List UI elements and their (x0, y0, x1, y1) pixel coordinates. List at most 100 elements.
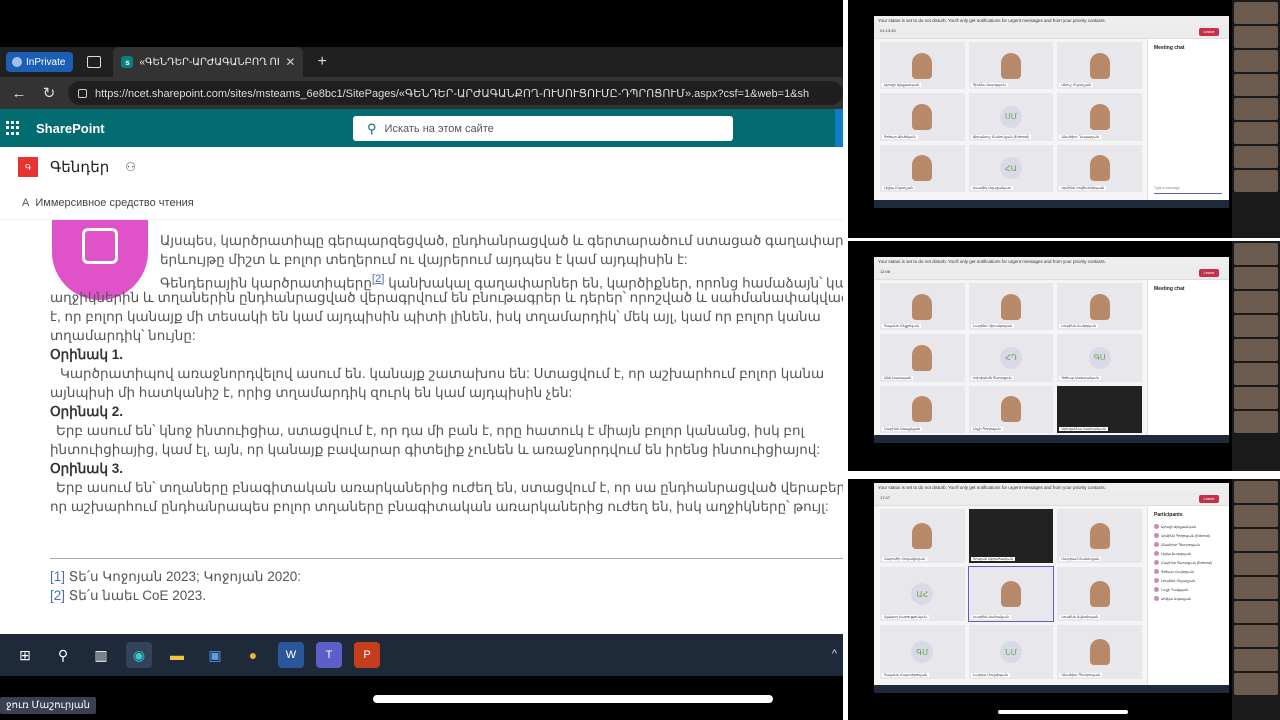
teams-app-icon[interactable]: T (316, 642, 342, 668)
leave-button[interactable]: Leave (1199, 28, 1219, 36)
teams-icon[interactable]: ⚇ (125, 160, 136, 174)
video-tile[interactable]: Լիլիթ Մկրտչյան (880, 144, 965, 192)
participant-row[interactable]: Անահիտ Պետրոսյան (1154, 540, 1229, 549)
video-tile[interactable]: ԳՄ Գայանե Մարտիրոսյան (880, 625, 965, 679)
video-tile[interactable]: Կարինե Սահակյան (967, 566, 1055, 622)
initials-avatar: ԱՀ (911, 583, 934, 605)
leave-button[interactable]: Leave (1199, 495, 1219, 503)
meeting-timer: 17:47 (880, 495, 891, 500)
immersive-reader-button[interactable]: Иммерсивное средство чтения (35, 197, 193, 209)
participant-row[interactable]: Սյուզի Ալեքսանյան (1154, 522, 1229, 531)
text-line: Երբ ասում են՝ տղաները բնագիտական առարկան… (56, 480, 843, 495)
windows-start-icon[interactable]: ⊞ (12, 642, 38, 668)
close-tab-icon[interactable]: ✕ (285, 55, 295, 69)
participant-row[interactable]: Արմինե Պողոսյան (External) (1154, 531, 1229, 540)
url-field[interactable]: https://ncet.sharepoint.com/sites/msteam… (68, 81, 843, 105)
leave-button[interactable]: Leave (1199, 269, 1219, 277)
footnote-number[interactable]: [2] (50, 588, 65, 603)
participant-name: Նելլի Դավթյան (1161, 587, 1189, 592)
video-tile[interactable]: ԳՍ Գոհար Ստեփանյան (1057, 334, 1142, 382)
footnote-number[interactable]: [1] (50, 569, 65, 584)
search-icon[interactable]: ⚲ (50, 642, 76, 668)
participant-name: Անահիտ Պետրոսյան (1161, 542, 1200, 547)
control-panel-icon[interactable]: ▣ (202, 642, 228, 668)
participant-video (1089, 103, 1110, 130)
video-tile[interactable]: Անահիտ Պետրոսյան (1057, 625, 1142, 679)
home-indicator (373, 695, 773, 703)
text-line: Երբ ասում են՝ կնոջ ինտուիցիա, ստացվում է… (56, 423, 805, 438)
suite-bar-edge (835, 109, 843, 147)
task-view-icon[interactable]: ▥ (88, 642, 114, 668)
book-logo-icon (52, 220, 148, 300)
screen: InPrivate s «ԳԵՆԴԵՐ-ԱՐԺԱԳԱՆԲՈՂ ՈՒՍ ✕ + ←… (0, 0, 1280, 720)
back-icon[interactable]: ← (8, 85, 30, 102)
edge-icon[interactable]: ◉ (126, 642, 152, 668)
video-tile[interactable]: ԱՀ Ալվարդ Հարությունյան (880, 567, 965, 621)
browser-tab[interactable]: s «ԳԵՆԴԵՐ-ԱՐԺԱԳԱՆԲՈՂ ՈՒՍ ✕ (113, 47, 304, 77)
sharepoint-title[interactable]: SharePoint (36, 121, 105, 136)
powerpoint-icon[interactable]: P (354, 642, 380, 668)
video-tile[interactable]: Անի Սարգսյան (880, 334, 965, 382)
word-icon[interactable]: W (278, 642, 304, 668)
video-tile[interactable]: Գայանե Մելքոնյան (880, 283, 965, 331)
video-tile[interactable]: Գոհար Սիմոնյան (880, 93, 965, 141)
avatar (1154, 551, 1159, 556)
initials-avatar: ՀԴ (999, 346, 1022, 369)
footnote-divider (50, 558, 843, 559)
refresh-icon[interactable]: ↻ (38, 84, 60, 102)
video-tile[interactable]: Մարիամ Մանուկյան (1057, 509, 1142, 563)
footnote-link[interactable]: [2] (372, 273, 385, 285)
chat-title: Meeting chat (1154, 45, 1185, 51)
video-tile[interactable]: Անուշ Մկրտչյան (1057, 42, 1142, 90)
chevron-up-icon[interactable]: ^ (832, 648, 837, 660)
shared-screen: InPrivate s «ԳԵՆԴԵՐ-ԱՐԺԱԳԱՆԲՈՂ ՈՒՍ ✕ + ←… (0, 0, 843, 720)
participant-row[interactable]: Մարինե Գևորգյան (External) (1154, 558, 1229, 567)
example-heading: Օրինակ 2. (50, 404, 124, 419)
status-notice: Your status is set to do not disturb. Yo… (874, 257, 1229, 266)
text-line: ինտուիցիայից, կամ էլ, այն, որ կանայք բավ… (50, 442, 821, 457)
app-launcher-icon[interactable] (6, 121, 20, 135)
video-tile[interactable]: Մարինե Առաքելյան (880, 385, 965, 433)
participant-name: Գոհար Ստեփանյան (1059, 375, 1101, 380)
participant-name: Արմինե Պողոսյան (External) (1161, 533, 1211, 538)
participant-video (912, 52, 933, 79)
participant-row[interactable]: Լիլիթ Սարգսյան (1154, 549, 1229, 558)
teams-window: Your status is set to do not disturb. Yo… (874, 483, 1229, 693)
participant-name: Սյուզի Ալեքսանյան (1161, 524, 1197, 529)
site-search-input[interactable]: ⚲ Искать на этом сайте (353, 116, 733, 141)
video-tile[interactable]: ՀԴ Հռիփսիմե Գևորգյան (968, 334, 1054, 382)
immersive-reader-icon[interactable]: A (22, 197, 29, 209)
video-tile[interactable]: Նելլի Պողոսյան (968, 385, 1054, 433)
video-tile[interactable]: Լուսինե Հակոբյան (1057, 283, 1142, 331)
video-tile[interactable]: Նարինե Կիրակոսյան (968, 283, 1054, 331)
participant-row[interactable]: Լուսինե Մկրտչյան (1154, 576, 1229, 585)
file-explorer-icon[interactable]: ▬ (164, 642, 190, 668)
participant-name: Անի Սարգսյան (882, 375, 914, 380)
tab-actions-icon[interactable] (87, 56, 102, 68)
video-tile[interactable]: Զարուհի Հովակիմյան (880, 509, 965, 563)
participant-video (912, 155, 933, 182)
participant-row[interactable]: Սոֆյա Ավագյան (1154, 594, 1229, 603)
site-name[interactable]: Գենդեր (50, 158, 109, 176)
video-tile[interactable]: Արմինե Հովհաննիսյան (1057, 144, 1142, 192)
participant-row[interactable]: Գոհար Հակոբյան (1154, 567, 1229, 576)
video-tile[interactable]: Ռուզան Աբրահամյան (968, 509, 1054, 563)
video-tile[interactable]: Սյուզի Ալեքսանյան (880, 42, 965, 90)
message-input[interactable]: Type a message (1154, 186, 1222, 194)
video-tile[interactable]: Ռիմմա Սարգսյան (968, 42, 1054, 90)
site-logo-icon[interactable]: Գ (18, 157, 38, 177)
participant-video (1000, 52, 1021, 79)
video-tile[interactable]: ՆՄ Նաիրա Մովսիսյան (968, 625, 1054, 679)
inprivate-badge[interactable]: InPrivate (6, 52, 74, 72)
video-tile[interactable]: Սյուզաննա Վարդանյան (1057, 385, 1142, 433)
participant-row[interactable]: Նելլի Դավթյան (1154, 585, 1229, 594)
video-tile[interactable]: ՀԱ Հասմիկ Աղաջանյան (968, 144, 1054, 192)
participant-name: Անահիտ Պետրոսյան (1059, 673, 1103, 677)
new-tab-icon[interactable]: + (317, 53, 326, 71)
chrome-icon[interactable]: ● (240, 642, 266, 668)
windows-taskbar (874, 685, 1229, 693)
video-tile[interactable]: ՍՄ Սիրանուշ Մանուկյան (External) (968, 93, 1054, 141)
video-tile[interactable]: Լուսինե Ավետիսյան (1057, 567, 1142, 621)
home-indicator (998, 710, 1128, 714)
video-tile[interactable]: Անահիտ Ղազարյան (1057, 93, 1142, 141)
